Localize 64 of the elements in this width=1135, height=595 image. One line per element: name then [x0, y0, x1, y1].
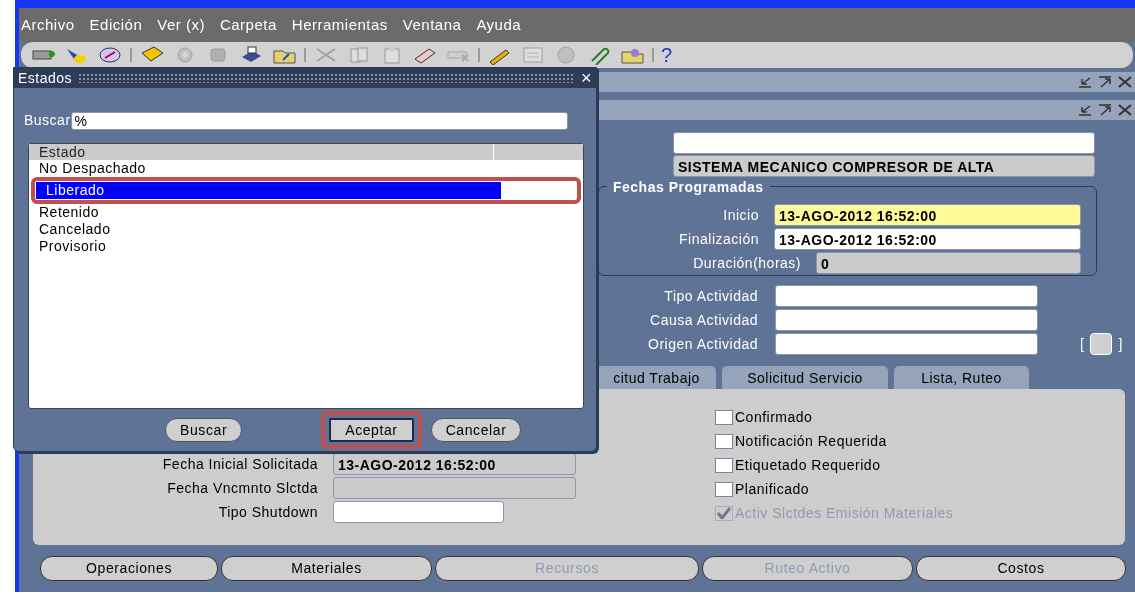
menu-item[interactable]: Archivo [21, 13, 75, 37]
action-button[interactable]: Operaciones [40, 556, 218, 581]
list-item[interactable]: Provisorio [29, 238, 583, 255]
maximize-icon[interactable] [1097, 103, 1113, 117]
checkbox[interactable] [715, 481, 733, 497]
action-button[interactable]: Materiales [221, 556, 432, 581]
dialog-button[interactable]: Cancelar [430, 418, 522, 442]
field-label: Origen Actividad [647, 334, 758, 354]
list-item[interactable]: Cancelado [29, 221, 583, 238]
square-button[interactable] [1090, 333, 1113, 355]
list-item[interactable]: No Despachado [29, 160, 583, 177]
action-button[interactable]: Costos [916, 556, 1126, 581]
field-label: Fecha Inicial Solicitada [161, 454, 318, 474]
text-field[interactable] [775, 333, 1038, 355]
field-label: Duración(horas) [692, 253, 801, 273]
help-button[interactable]: ? [661, 45, 673, 65]
checkbox-label: Confirmado [735, 407, 813, 427]
text-field[interactable] [775, 309, 1038, 331]
close-button[interactable]: × [581, 69, 592, 87]
bracket-text: [ [1080, 334, 1085, 354]
list-item[interactable]: Retenido [29, 204, 583, 221]
checkbox-label: Notificación Requerida [735, 431, 887, 451]
bracket-text: ] [1118, 334, 1123, 354]
close-icon[interactable] [1117, 75, 1133, 89]
tab[interactable]: Lista, Ruteo [894, 366, 1029, 389]
close-icon[interactable] [1117, 103, 1133, 117]
minimize-icon[interactable] [1077, 75, 1093, 89]
text-field[interactable] [673, 132, 1095, 154]
menu-item[interactable]: Carpeta [219, 13, 277, 37]
field-label: Fecha Vncmnto Slctda [166, 478, 318, 498]
checkbox-label: Activ Slctdes Emisión Materiales [735, 503, 954, 523]
menu-item[interactable]: Ver (x) [157, 13, 205, 37]
field-label: Tipo Shutdown [217, 502, 318, 522]
field-label: Tipo Actividad [663, 286, 758, 306]
field-label: Causa Actividad [649, 310, 758, 330]
description-field: SISTEMA MECANICO COMPRESOR DE ALTA [673, 155, 1095, 177]
menu-item[interactable]: Herramientas [291, 13, 388, 37]
field-label: Finalización [678, 229, 759, 249]
minimize-icon[interactable] [1077, 103, 1093, 117]
tab[interactable]: citud Trabajo [597, 366, 716, 389]
dialog-button[interactable]: Aceptar [329, 418, 414, 442]
menu-item[interactable]: Ayuda [476, 13, 522, 37]
tab[interactable]: Solicitud Servicio [722, 366, 888, 389]
checkbox-label: Planificado [735, 479, 809, 499]
compass-icon[interactable] [97, 45, 123, 65]
column-header: Estado [29, 144, 494, 160]
maximize-icon[interactable] [1097, 75, 1113, 89]
text-field[interactable] [333, 501, 504, 523]
checkbox-label: Etiquetado Requerido [735, 455, 881, 475]
field-label: Buscar [24, 111, 71, 130]
field-label: Inicio [722, 205, 759, 225]
date-field[interactable]: 13-AGO-2012 16:52:00 [774, 204, 1081, 226]
dialog-button[interactable]: Buscar [165, 418, 243, 442]
text-field[interactable] [775, 285, 1038, 307]
checkbox[interactable] [715, 433, 733, 449]
date-field[interactable]: 13-AGO-2012 16:52:00 [774, 228, 1081, 250]
menu-item[interactable]: Ventana [402, 13, 462, 37]
dialog-title: Estados [18, 68, 73, 88]
date-field: 0 [816, 252, 1081, 274]
search-field[interactable]: % [70, 111, 568, 130]
menu-item[interactable]: Edición [89, 13, 143, 37]
checkbox[interactable] [715, 457, 733, 473]
date-field: 13-AGO-2012 16:52:00 [333, 453, 576, 475]
checkbox[interactable] [715, 409, 733, 425]
